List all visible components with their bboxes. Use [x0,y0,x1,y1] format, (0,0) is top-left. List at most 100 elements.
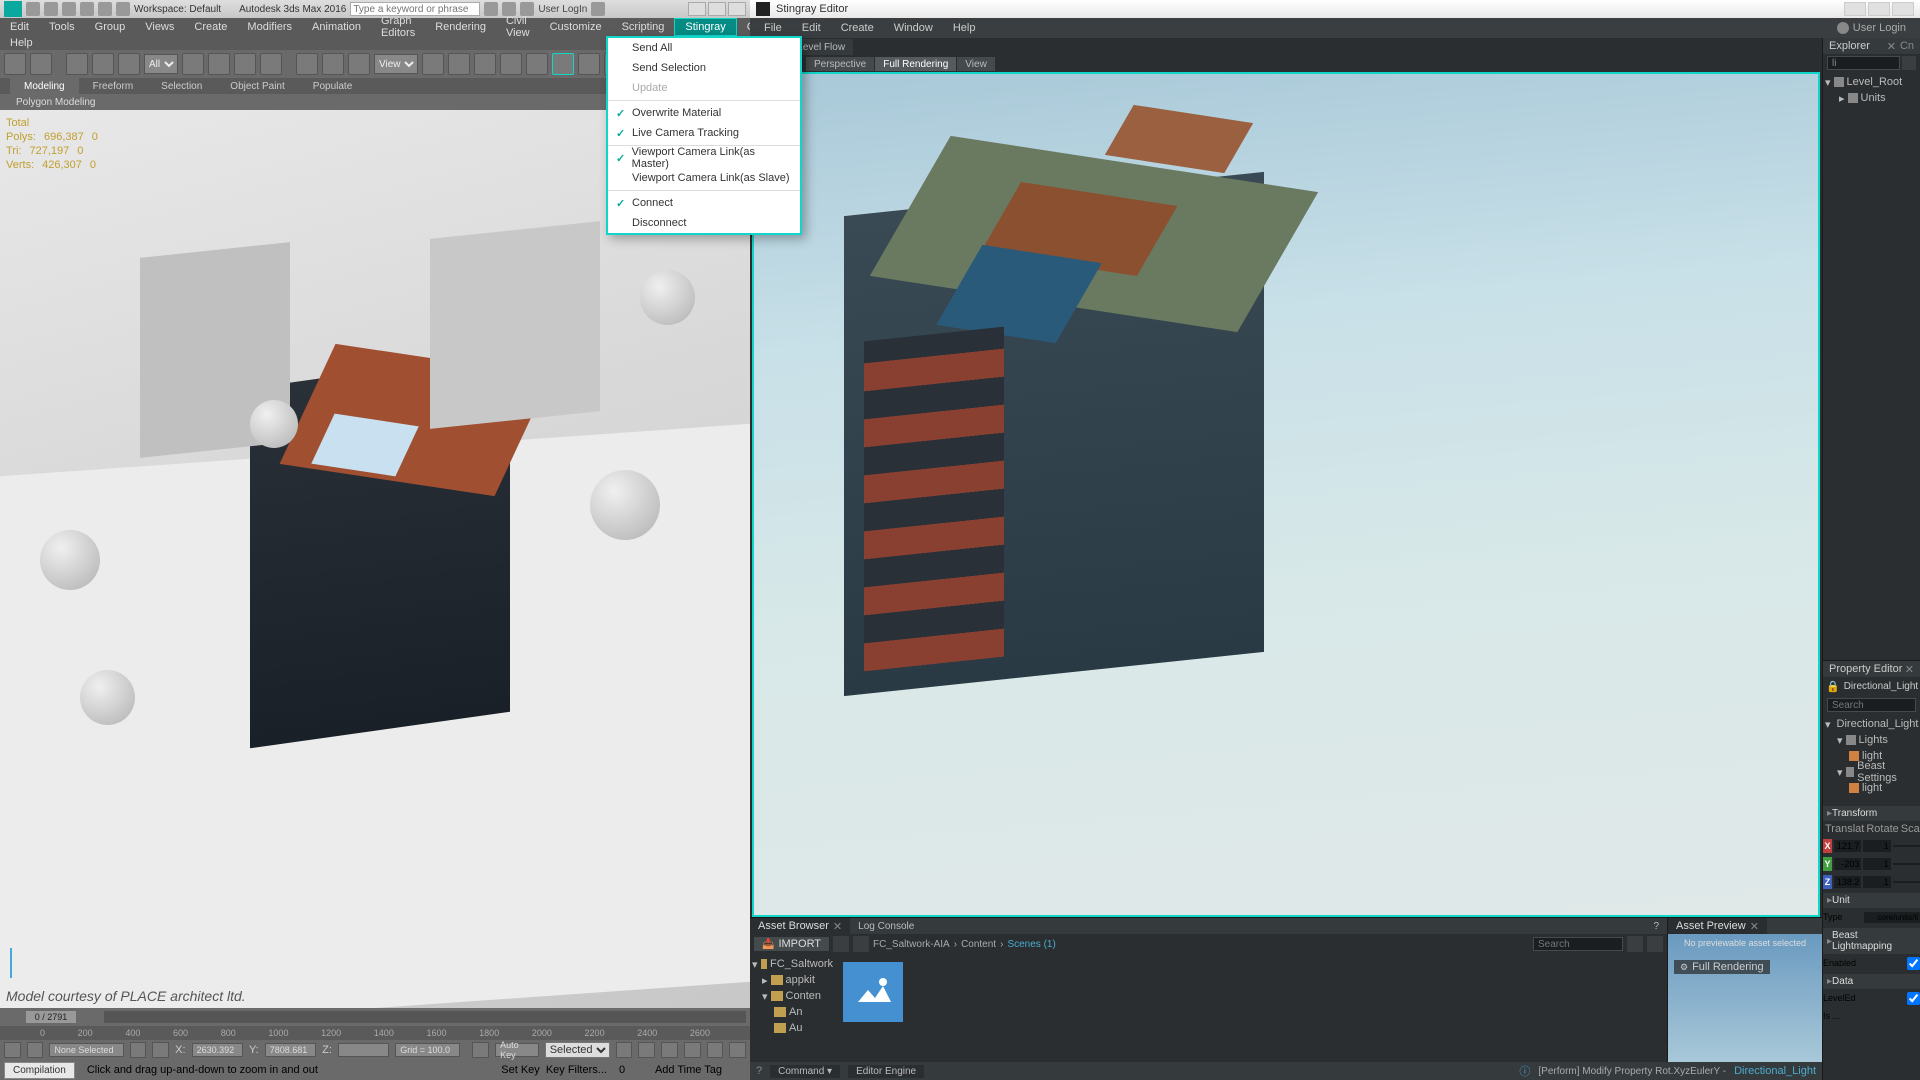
mode-full-rendering[interactable]: Full Rendering [875,57,956,71]
coord-x-field[interactable]: 2630.392 [192,1043,243,1057]
setkey-button[interactable]: Set Key [501,1064,540,1076]
menu-overwrite-material[interactable]: ✓Overwrite Material [608,103,800,123]
menu-create[interactable]: Create [184,18,237,36]
keyfilters-button[interactable]: Key Filters... [546,1064,607,1076]
menu-viewport-link-slave[interactable]: Viewport Camera Link(as Slave) [608,168,800,188]
select-button[interactable] [182,53,204,75]
menu-disconnect[interactable]: Disconnect [608,213,800,233]
sr-menu-file[interactable]: File [754,22,792,34]
tab-asset-browser[interactable]: Asset Browser ✕ [750,918,850,934]
spinner-snap-button[interactable] [552,53,574,75]
menu-modifiers[interactable]: Modifiers [237,18,302,36]
sr-maximize-button[interactable] [1868,2,1890,16]
window-button[interactable] [260,53,282,75]
prev-frame-icon[interactable] [4,1010,20,1024]
menu-send-selection[interactable]: Send Selection [608,58,800,78]
menu-tools[interactable]: Tools [39,18,85,36]
region-button[interactable] [234,53,256,75]
stingray-viewport[interactable] [752,72,1820,917]
tab-log-console[interactable]: Log Console [850,918,922,934]
sr-menu-window[interactable]: Window [884,22,943,34]
mode-perspective[interactable]: Perspective [806,57,874,71]
menu-scripting[interactable]: Scripting [612,18,675,36]
folder-au[interactable]: Au [752,1020,833,1036]
asset-thumbnail[interactable] [843,962,903,1022]
misc-icon-2[interactable] [520,2,534,16]
mode-view[interactable]: View [957,57,995,71]
help-icon[interactable] [591,2,605,16]
play-start-icon[interactable] [616,1042,633,1058]
misc-icon[interactable] [502,2,516,16]
realtime-icon[interactable] [729,1042,746,1058]
lock-icon[interactable] [4,1042,21,1058]
menu-graph-editors[interactable]: Graph Editors [371,18,425,36]
breadcrumb-scenes[interactable]: Scenes (1) [1007,939,1055,950]
ribbon-selection[interactable]: Selection [147,78,216,94]
sel-lock-icon[interactable] [130,1042,147,1058]
prop-tree-dirlight[interactable]: ▾Directional_Light [1825,716,1918,732]
link-icon[interactable] [116,2,130,16]
leveled-checkbox[interactable] [1907,992,1920,1005]
undo-button[interactable] [4,53,26,75]
new-icon[interactable] [26,2,40,16]
folder-an[interactable]: An [752,1004,833,1020]
percent-snap-button[interactable] [526,53,548,75]
preview-viewport[interactable]: No previewable asset selected ⚙ Full Ren… [1668,934,1822,1062]
manipulate-button[interactable] [448,53,470,75]
constraint-button[interactable] [118,53,140,75]
breadcrumb-root[interactable]: FC_Saltwork-AIA [873,939,950,950]
autokey-button[interactable]: Auto Key [495,1043,539,1057]
prop-search-input[interactable] [1827,698,1916,712]
breadcrumb-content[interactable]: Content [961,939,996,950]
rotate-x[interactable]: 1 [1863,840,1890,852]
max-viewport[interactable]: Total Polys:696,3870 Tri:727,1970 Verts:… [0,110,750,1008]
tree-units[interactable]: ▸Units [1825,90,1918,106]
asset-search-input[interactable] [1533,937,1623,951]
coord-icon[interactable] [152,1042,169,1058]
asset-filter-icon[interactable] [1627,936,1643,952]
rotate-y[interactable]: 1 [1863,858,1890,870]
named-sel-button[interactable] [578,53,600,75]
menu-animation[interactable]: Animation [302,18,371,36]
filter-dropdown[interactable]: All [144,54,178,74]
menu-edit[interactable]: Edit [0,18,39,36]
section-unit[interactable]: Unit [1823,893,1920,908]
asset-tree[interactable]: ▾FC_Saltwork ▸appkit ▾Conten An Au [750,954,835,1062]
sr-menu-create[interactable]: Create [831,22,884,34]
time-slider-handle[interactable]: 0 / 2791 [26,1011,76,1023]
prop-tree-lights[interactable]: ▾Lights [1825,732,1918,748]
explorer-close-icon[interactable]: ✕ [1887,40,1896,53]
preview-render-mode[interactable]: ⚙ Full Rendering [1674,960,1770,974]
menu-update[interactable]: Update [608,78,800,98]
pivot-button[interactable] [422,53,444,75]
time-slider[interactable]: 0 / 2791 [0,1008,750,1026]
timeline-ruler[interactable]: 0 200 400 600 800 1000 1200 1400 1600 18… [0,1026,750,1040]
lock-icon[interactable]: 🔒 [1826,680,1840,693]
play-icon[interactable] [661,1042,678,1058]
folder-appkit[interactable]: ▸appkit [752,972,833,988]
menu-live-camera-tracking[interactable]: ✓Live Camera Tracking [608,123,800,143]
move-button[interactable] [296,53,318,75]
ribbon-polygon-modeling[interactable]: Polygon Modeling [6,97,106,108]
tree-level-root[interactable]: ▾Level_Root [1825,74,1918,90]
folder-fc-saltwork[interactable]: ▾FC_Saltwork [752,956,833,972]
sr-user-login[interactable]: User Login [1837,22,1916,34]
status-help-icon[interactable]: ? [756,1065,762,1077]
import-button[interactable]: 📥 IMPORT [754,937,829,951]
ribbon-populate[interactable]: Populate [299,78,366,94]
close-button[interactable] [728,2,746,16]
axis-y-button[interactable]: Y [1823,857,1832,871]
menu-group[interactable]: Group [85,18,136,36]
open-icon[interactable] [44,2,58,16]
rotate-button[interactable] [322,53,344,75]
tab-asset-preview[interactable]: Asset Preview ✕ [1668,918,1767,934]
key-icon[interactable] [472,1042,489,1058]
next-frame-icon[interactable] [82,1010,98,1024]
section-beast[interactable]: Beast Lightmapping [1823,928,1920,954]
sr-minimize-button[interactable] [1844,2,1866,16]
add-time-tag[interactable]: Add Time Tag [655,1064,722,1076]
asset-gear-icon[interactable] [1647,936,1663,952]
explorer-search-input[interactable] [1827,56,1900,70]
scale-button[interactable] [348,53,370,75]
menu-connect[interactable]: ✓Connect [608,193,800,213]
